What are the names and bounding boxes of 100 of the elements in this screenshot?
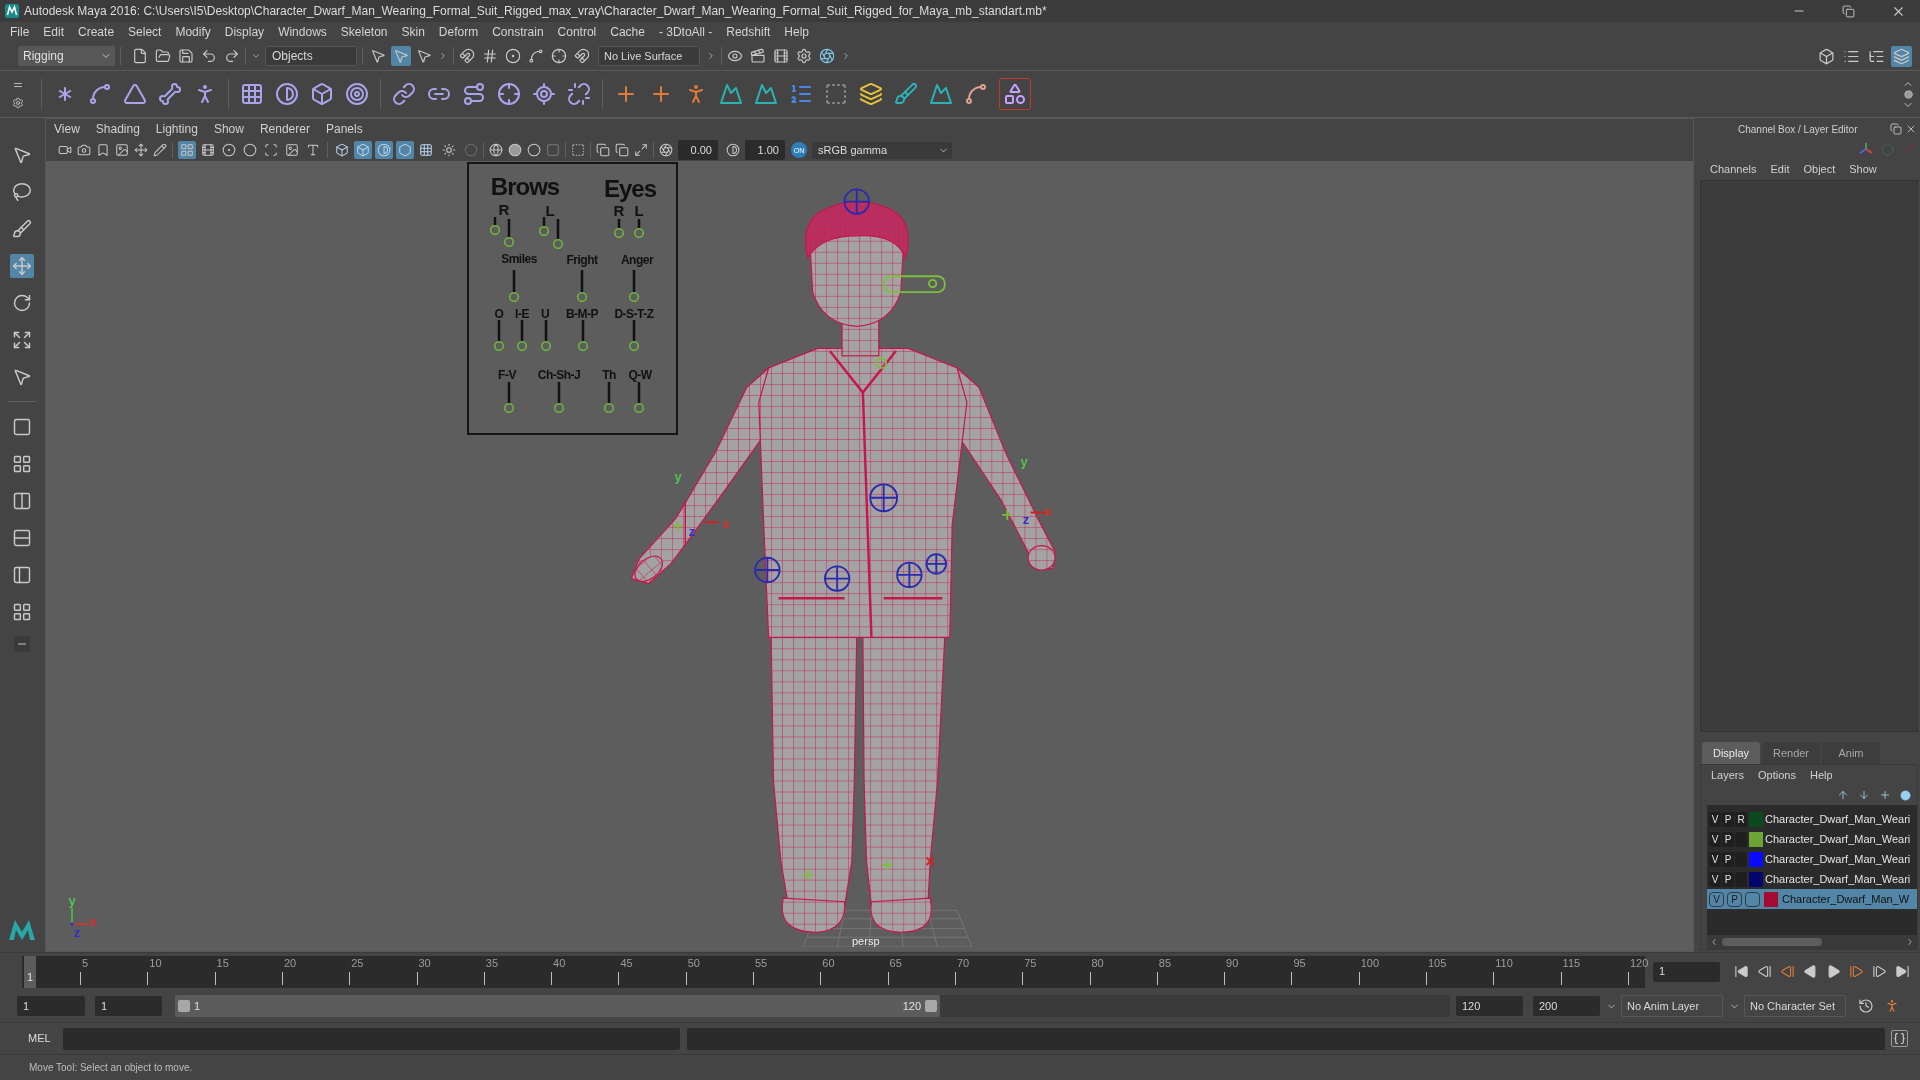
menu-item[interactable]: Modify — [175, 23, 211, 41]
exposure-field[interactable]: 0.00 — [678, 140, 718, 160]
channel-menu-item[interactable]: Channels — [1710, 160, 1757, 178]
circle-dot-icon[interactable] — [505, 48, 521, 64]
panel-menu-item[interactable]: View — [54, 120, 80, 138]
layer-row[interactable]: V P Character_Dwarf_Man_Weari — [1707, 849, 1917, 869]
circle-icon[interactable] — [241, 141, 259, 159]
visibility-toggle[interactable]: V — [1709, 831, 1721, 847]
channel-menu-item[interactable]: Object — [1803, 160, 1836, 178]
arrow-down-icon[interactable] — [1858, 789, 1870, 801]
start-frame-field[interactable]: 1 — [17, 996, 85, 1016]
contrast-icon[interactable] — [726, 143, 740, 157]
bookmark-icon[interactable] — [96, 143, 110, 157]
locate-icon[interactable] — [532, 82, 556, 106]
color-swatch-icon[interactable] — [1749, 871, 1763, 887]
hash-icon[interactable] — [482, 48, 498, 64]
menu-item[interactable]: Select — [128, 23, 162, 41]
broken-link-icon[interactable] — [567, 82, 591, 106]
mountain-icon[interactable] — [719, 82, 743, 106]
save-icon[interactable] — [178, 48, 194, 64]
visibility-toggle[interactable]: V — [1709, 811, 1721, 827]
channel-menu-item[interactable]: Show — [1849, 160, 1877, 178]
range-slider-track[interactable]: 1 120 — [175, 995, 1450, 1017]
live-surface-field[interactable]: No Live Surface — [598, 46, 700, 66]
image-icon[interactable] — [115, 143, 129, 157]
dot-icon[interactable] — [1903, 89, 1913, 99]
layer-row[interactable]: V P R Character_Dwarf_Man_Weari — [1707, 809, 1917, 829]
dashed-square-icon[interactable] — [824, 82, 848, 106]
cube-icon[interactable] — [354, 141, 372, 159]
color-space-dropdown[interactable]: sRGB gamma — [812, 141, 952, 159]
restore-icon[interactable] — [1842, 4, 1855, 18]
layer-menu-item[interactable]: Layers — [1711, 766, 1745, 784]
move-icon[interactable] — [10, 253, 34, 278]
cursor-icon[interactable] — [391, 46, 411, 66]
skip-forward-icon[interactable] — [1895, 964, 1910, 979]
crosshair-icon[interactable] — [551, 48, 567, 64]
step-back-icon[interactable] — [1757, 964, 1772, 979]
panel-menu-item[interactable]: Show — [213, 120, 244, 138]
arrow-up-icon[interactable] — [1837, 789, 1849, 801]
hexagon-icon[interactable] — [396, 141, 414, 159]
grid-icon[interactable] — [240, 82, 264, 106]
file-icon[interactable] — [132, 48, 148, 64]
anim-layer-dropdown[interactable]: No Anim Layer — [1621, 995, 1723, 1017]
mountain-icon[interactable] — [929, 82, 953, 106]
chain-link-icon[interactable] — [392, 82, 416, 106]
menu-item[interactable]: File — [10, 23, 30, 41]
folder-icon[interactable] — [155, 48, 171, 64]
redo-icon[interactable] — [224, 48, 240, 64]
playback-range-bar[interactable] — [175, 995, 940, 1017]
film-icon[interactable] — [773, 48, 789, 64]
playback-toggle[interactable]: P — [1722, 831, 1734, 847]
figure-icon[interactable] — [1884, 998, 1900, 1014]
command-input[interactable] — [63, 1027, 680, 1050]
chevron-right-icon[interactable] — [438, 51, 448, 61]
playback-toggle[interactable]: P — [1727, 891, 1742, 907]
skip-back-icon[interactable] — [1734, 964, 1749, 979]
plus-icon[interactable] — [1879, 789, 1891, 801]
panel-menu-item[interactable]: Renderer — [259, 120, 310, 138]
single-pane-icon[interactable] — [12, 416, 32, 437]
half-circle-icon[interactable] — [375, 141, 393, 159]
menu-item[interactable]: Control — [557, 23, 597, 41]
end-frame-field[interactable]: 200 — [1533, 996, 1600, 1016]
film-icon[interactable] — [199, 141, 217, 159]
sun-icon[interactable] — [442, 143, 456, 157]
chevron-right-icon[interactable] — [706, 51, 716, 61]
mountain-icon[interactable] — [754, 82, 778, 106]
minus-icon[interactable] — [14, 636, 30, 652]
menu-item[interactable]: Redshift — [726, 23, 771, 41]
circle-dot-icon[interactable] — [220, 141, 238, 159]
image-icon[interactable] — [283, 141, 301, 159]
layers-icon[interactable] — [1891, 45, 1912, 67]
menu-set-dropdown[interactable]: Rigging — [18, 46, 115, 66]
menu-item[interactable]: Skin — [401, 23, 425, 41]
target-icon[interactable] — [345, 82, 369, 106]
cube-icon[interactable] — [310, 82, 334, 106]
copy-icon[interactable] — [615, 143, 629, 157]
side-panel-icon[interactable] — [12, 564, 32, 585]
visibility-toggle[interactable]: V — [1709, 891, 1724, 907]
layer-tab[interactable]: Display — [1702, 742, 1760, 764]
step-forward-icon[interactable] — [1872, 964, 1887, 979]
restore-icon[interactable] — [1890, 123, 1902, 135]
layer-row[interactable]: V P Character_Dwarf_Man_Weari — [1707, 829, 1917, 849]
shapes-icon[interactable] — [999, 78, 1031, 110]
command-language-label[interactable]: MEL — [28, 1030, 58, 1047]
copy-icon[interactable] — [596, 143, 610, 157]
scroll-left-icon[interactable] — [1709, 937, 1719, 947]
layer-menu-item[interactable]: Options — [1758, 766, 1796, 784]
layers-icon[interactable] — [859, 82, 883, 106]
globe-icon[interactable] — [489, 143, 503, 157]
history-icon[interactable] — [1858, 998, 1874, 1014]
color-swatch-icon[interactable] — [1749, 811, 1763, 827]
four-pane-icon[interactable] — [12, 601, 32, 622]
horizontal-scrollbar[interactable] — [1707, 935, 1917, 949]
bone-icon[interactable] — [158, 82, 182, 106]
pencil-icon[interactable] — [153, 143, 167, 157]
viewport-canvas[interactable]: Brows Eyes R L R L Smiles Fright Anger O I-E U B-M-P D-S-T-Z F-V Ch-Sh-J Th Q-W y z x y z x y z x persp — [46, 161, 1693, 951]
range-end-field[interactable]: 120 — [1456, 996, 1523, 1016]
range-start-field[interactable]: 1 — [95, 996, 162, 1016]
step-back-icon[interactable] — [1780, 964, 1795, 979]
grid-icon[interactable] — [417, 141, 435, 159]
